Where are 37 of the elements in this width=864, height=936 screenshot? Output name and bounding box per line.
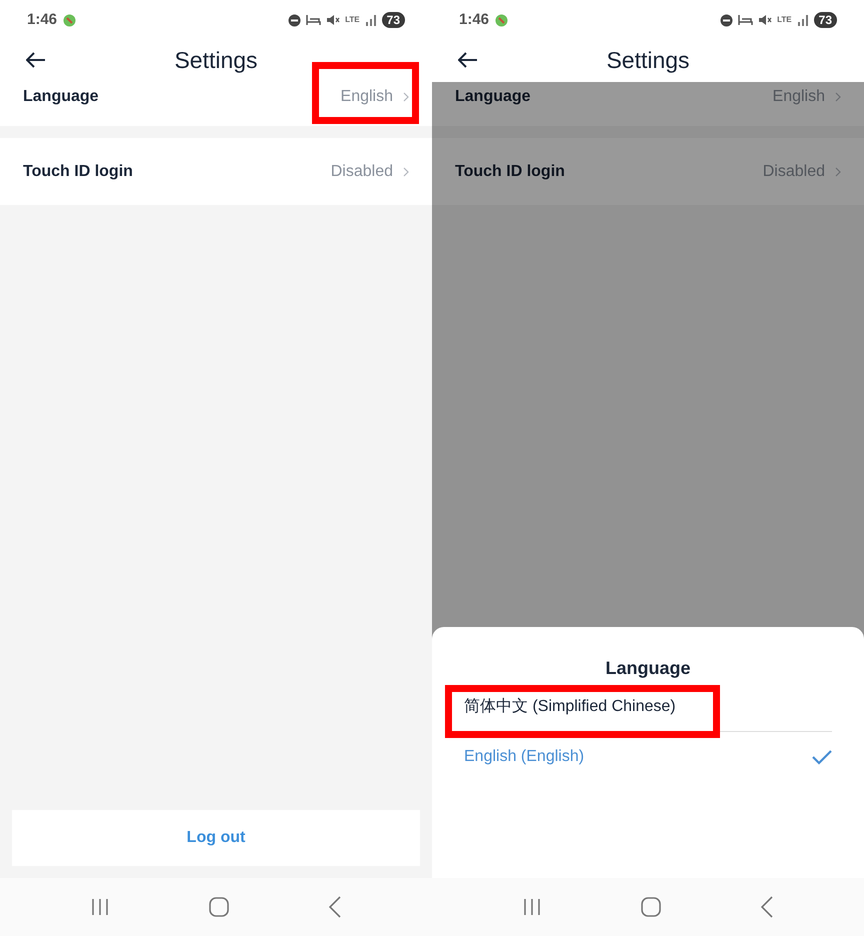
network-label: LTE — [345, 16, 360, 24]
do-not-disturb-icon — [288, 14, 302, 26]
check-icon — [812, 750, 832, 764]
signal-icon — [796, 14, 809, 26]
settings-row[interactable]: Language English — [432, 80, 864, 126]
recent-apps-button[interactable] — [522, 898, 542, 916]
settings-row[interactable]: Touch ID login Disabled — [432, 138, 864, 205]
signal-icon — [364, 14, 377, 26]
bed-icon — [306, 14, 322, 26]
status-time: 1:46 — [459, 10, 490, 30]
chevron-icon — [403, 92, 409, 102]
back-nav-button[interactable] — [760, 896, 774, 918]
do-not-disturb-icon — [720, 14, 734, 26]
app-icon — [495, 14, 508, 26]
app-icon — [63, 14, 76, 26]
language-option[interactable]: 简体中文 (Simplified Chinese) — [464, 682, 832, 732]
status-time: 1:46 — [27, 10, 58, 30]
page-title: Settings — [174, 46, 258, 75]
sheet-title: Language — [605, 657, 690, 680]
bed-icon — [738, 14, 754, 26]
network-label: LTE — [777, 16, 792, 24]
logout-button[interactable]: Log out — [12, 810, 420, 866]
chevron-icon — [835, 166, 841, 176]
mute-icon — [758, 14, 772, 26]
home-button[interactable] — [640, 897, 661, 917]
chevron-icon — [835, 92, 841, 102]
page-title: Settings — [606, 46, 690, 75]
battery-indicator: 73 — [814, 12, 837, 28]
chevron-icon — [403, 166, 409, 176]
battery-indicator: 73 — [382, 12, 405, 28]
mute-icon — [326, 14, 340, 26]
home-button[interactable] — [208, 897, 229, 917]
back-nav-button[interactable] — [328, 896, 342, 918]
settings-row[interactable]: Touch ID login Disabled — [0, 138, 432, 205]
language-option[interactable]: English (English) — [464, 732, 832, 782]
recent-apps-button[interactable] — [90, 898, 110, 916]
settings-row[interactable]: Language English — [0, 80, 432, 126]
